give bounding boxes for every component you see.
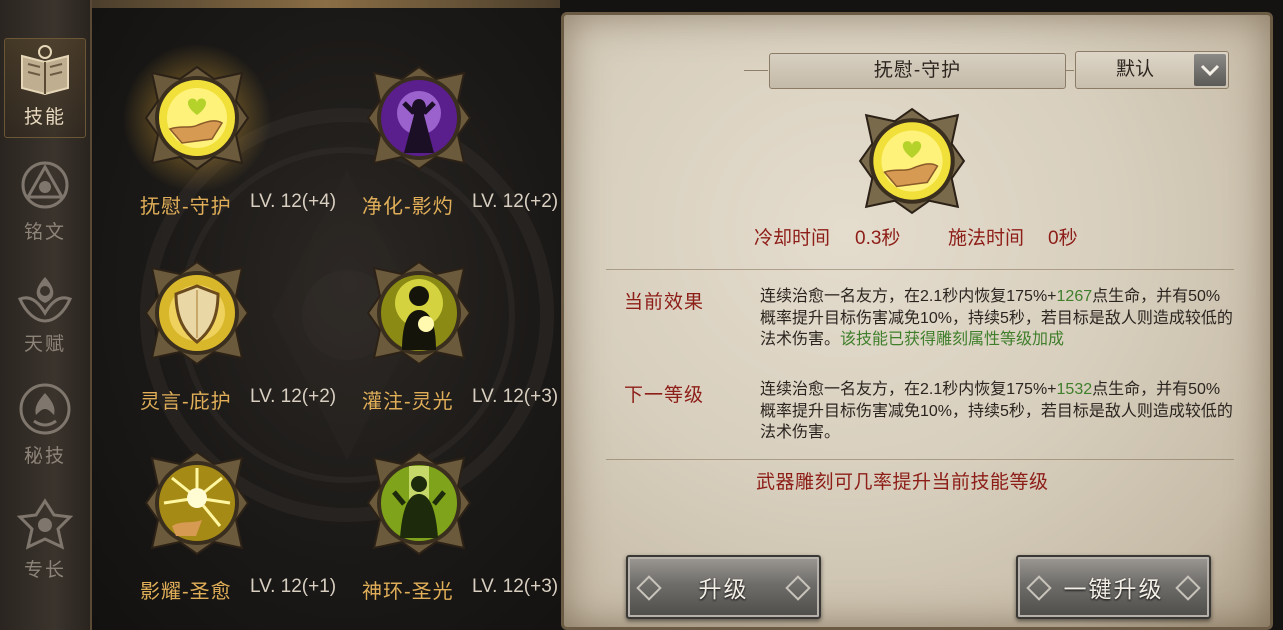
next-level-label: 下一等级 [624,385,705,406]
dropdown-value: 默认 [1115,59,1154,80]
effect-text: 连续治愈一名友方，在2.1秒内恢复175%+ [760,288,1057,305]
purify-shadow-icon [366,65,472,171]
talent-icon [18,277,72,323]
skill-card-purify-shadow[interactable]: 净化-影灼 LV. 12(+2) [314,55,558,225]
skill-title: 抚慰-守护 [769,53,1066,89]
next-level-text: 连续治愈一名友方，在2.1秒内恢复175%+1532点生命，并有50%概率提升目… [760,379,1234,444]
skill-level: LV. 12(+3) [472,386,559,407]
healing-hand-icon [858,107,966,215]
engrave-bonus-text: 该技能已获得雕刻属性等级加成 [840,331,1065,348]
engrave-tip: 武器雕刻可几率提升当前技能等级 [756,472,1049,493]
button-ornament [785,575,811,601]
skill-book-icon [21,45,69,96]
cast-time-label: 施法时间 [948,228,1025,249]
secret-skill-icon [19,383,71,435]
healing-hand-icon [144,65,250,171]
skill-name: 灌注-灵光 [362,391,454,413]
radiant-burst-icon [144,450,250,556]
shield-icon [144,260,250,366]
cooldown-value: 0.3秒 [855,228,901,249]
divider [606,269,1234,270]
panel-frame [92,0,560,8]
infusion-light-icon [366,260,472,366]
skill-level: LV. 12(+3) [472,576,559,597]
upgrade-all-label: 一键升级 [1063,576,1164,602]
nav-tab-specialty[interactable]: 专长 [4,490,86,590]
skill-detail-panel: 抚慰-守护 默认 冷却时间 0.3秒 施法时间 0秒 当前效果 连续治愈一名友方… [561,12,1273,630]
skill-card-shadow-radiance-heal[interactable]: 影耀-圣愈 LV. 12(+1) [92,440,336,610]
title-ornament [744,70,768,71]
nav-label: 铭文 [23,222,66,243]
nav-tab-inscription[interactable]: 铭文 [4,152,86,252]
skill-card-holy-halo[interactable]: 神环-圣光 LV. 12(+3) [314,440,558,610]
current-effect-text: 连续治愈一名友方，在2.1秒内恢复175%+1267点生命，并有50%概率提升目… [760,286,1234,351]
upgrade-label: 升级 [698,576,749,602]
divider [606,459,1234,460]
side-nav: 技能 铭文 天赋 秘技 专长 [0,0,92,630]
skill-card-spirit-word-shelter[interactable]: 灵言-庇护 LV. 12(+2) [92,250,336,420]
skill-name: 影耀-圣愈 [140,581,232,603]
skill-card-infusion-light[interactable]: 灌注-灵光 LV. 12(+3) [314,250,558,420]
button-ornament [636,575,662,601]
effect-text: 连续治愈一名友方，在2.1秒内恢复175%+ [760,381,1057,398]
nav-label: 专长 [23,560,66,581]
cast-time-value: 0秒 [1048,228,1078,249]
skill-level: LV. 12(+2) [472,191,559,212]
current-effect-label: 当前效果 [624,292,705,313]
nav-label: 秘技 [23,446,66,467]
nav-tab-skills[interactable]: 技能 [4,38,86,138]
nav-tab-secret-skill[interactable]: 秘技 [4,376,86,476]
skill-name: 净化-影灼 [362,196,454,218]
nav-tab-talent[interactable]: 天赋 [4,264,86,364]
upgrade-all-button[interactable]: 一键升级 [1016,555,1211,619]
skill-name: 神环-圣光 [362,581,454,603]
heal-value: 1532 [1056,381,1093,398]
preset-dropdown[interactable]: 默认 [1075,51,1229,89]
inscription-icon [21,161,69,209]
specialty-icon [16,498,74,550]
title-ornament [1066,70,1074,71]
cooldown-label: 冷却时间 [754,228,831,249]
holy-halo-icon [366,450,472,556]
button-ornament [1175,575,1201,601]
button-ornament [1026,575,1052,601]
nav-label: 天赋 [23,334,66,355]
skill-card-soothe-guard[interactable]: 抚慰-守护 LV. 12(+4) [92,43,336,225]
chevron-down-icon[interactable] [1194,54,1226,86]
heal-value: 1267 [1056,288,1093,305]
nav-label: 技能 [23,107,66,128]
skill-grid-panel: 抚慰-守护 LV. 12(+4) 净化-影灼 LV. 12(+2) 灵言-庇护 … [92,0,560,630]
skill-name: 抚慰-守护 [140,196,232,218]
skill-name: 灵言-庇护 [140,391,232,413]
upgrade-button[interactable]: 升级 [626,555,821,619]
